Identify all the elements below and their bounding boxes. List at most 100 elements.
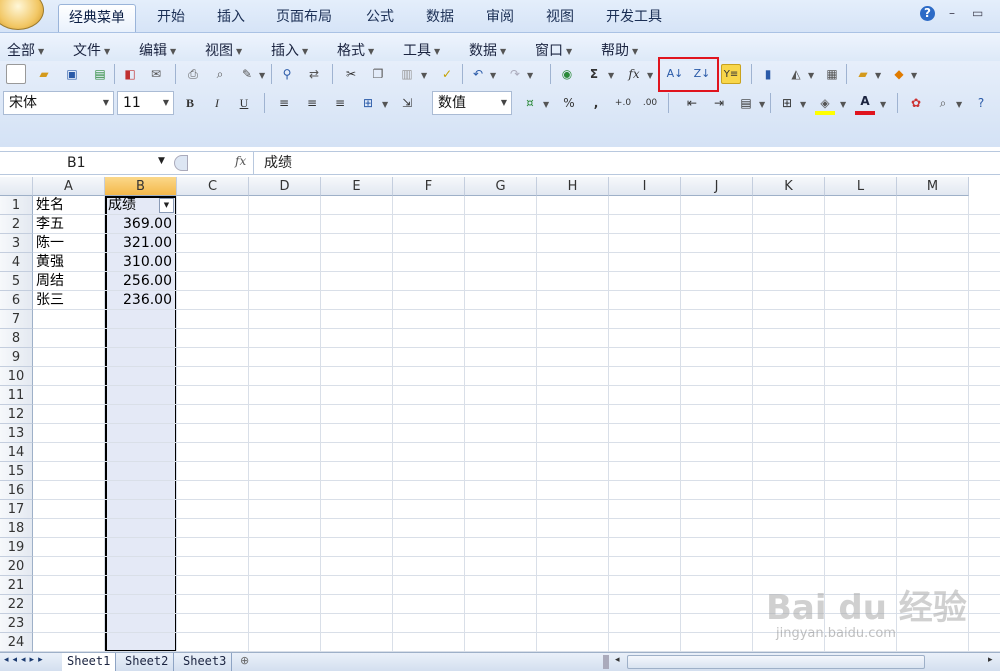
chevron-down-icon[interactable]: ▼ — [158, 156, 165, 166]
chart-icon[interactable]: ▮ — [758, 64, 778, 84]
tab-formulas[interactable]: 公式 — [356, 4, 404, 32]
redo-icon[interactable]: ↷ — [505, 64, 525, 84]
chevron-down-icon[interactable]: ▼ — [800, 100, 806, 109]
menu-tools[interactable]: 工具 ▼ — [403, 40, 440, 60]
wrap-text-icon[interactable]: ⇲ — [397, 93, 417, 113]
chevron-down-icon[interactable]: ▼ — [956, 100, 962, 109]
row-header-19[interactable]: 19 — [0, 538, 33, 557]
menu-insert[interactable]: 插入 ▼ — [271, 40, 308, 60]
chevron-down-icon[interactable]: ▼ — [608, 71, 614, 80]
save-icon[interactable]: ▣ — [62, 64, 82, 84]
chevron-down-icon[interactable]: ▼ — [647, 71, 653, 80]
increase-indent-icon[interactable]: ⇥ — [709, 93, 729, 113]
underline-button[interactable]: U — [234, 93, 254, 113]
tab-classic-menu[interactable]: 经典菜单 — [58, 4, 136, 32]
row-header-9[interactable]: 9 — [0, 348, 33, 367]
chevron-down-icon[interactable]: ▼ — [259, 71, 265, 80]
cell-a6[interactable]: 张三 — [36, 291, 100, 310]
chevron-down-icon[interactable]: ▼ — [490, 71, 496, 80]
cell-a5[interactable]: 周结 — [36, 272, 100, 291]
chevron-down-icon[interactable]: ▼ — [543, 100, 549, 109]
insert-sheet-icon[interactable]: ⊕ — [240, 654, 260, 669]
new-document-icon[interactable] — [6, 64, 26, 84]
row-header-20[interactable]: 20 — [0, 557, 33, 576]
row-header-24[interactable]: 24 — [0, 633, 33, 652]
chevron-down-icon[interactable]: ▼ — [382, 100, 388, 109]
drawing-icon[interactable]: ◭ — [786, 64, 806, 84]
bold-button[interactable]: B — [180, 93, 200, 113]
find-icon[interactable]: ⌕ — [933, 93, 953, 113]
number-format-select[interactable]: 数值 ▼ — [432, 91, 512, 115]
row-header-21[interactable]: 21 — [0, 576, 33, 595]
chevron-down-icon[interactable]: ▼ — [875, 71, 881, 80]
column-header-h[interactable]: H — [537, 177, 609, 196]
autosum-icon[interactable]: Σ — [584, 64, 604, 84]
row-header-6[interactable]: 6 — [0, 291, 33, 310]
percent-button[interactable]: % — [559, 93, 579, 113]
borders-icon[interactable]: ⊞ — [777, 93, 797, 113]
menu-edit[interactable]: 编辑 ▼ — [139, 40, 176, 60]
filter-icon[interactable]: Y≡ — [721, 64, 741, 84]
row-header-18[interactable]: 18 — [0, 519, 33, 538]
hyperlink-icon[interactable]: ◉ — [557, 64, 577, 84]
row-header-23[interactable]: 23 — [0, 614, 33, 633]
cell-a2[interactable]: 李五 — [36, 215, 100, 234]
column-header-l[interactable]: L — [825, 177, 897, 196]
menu-data[interactable]: 数据 ▼ — [469, 40, 506, 60]
decrease-indent-icon[interactable]: ⇤ — [682, 93, 702, 113]
chevron-down-icon[interactable]: ▼ — [808, 71, 814, 80]
cut-icon[interactable]: ✂ — [341, 64, 361, 84]
research-icon[interactable]: ⚲ — [277, 64, 297, 84]
row-header-11[interactable]: 11 — [0, 386, 33, 405]
cell-a4[interactable]: 黄强 — [36, 253, 100, 272]
row-header-5[interactable]: 5 — [0, 272, 33, 291]
row-header-10[interactable]: 10 — [0, 367, 33, 386]
save-as-icon[interactable]: ▤ — [90, 64, 110, 84]
column-header-e[interactable]: E — [321, 177, 393, 196]
permission-icon[interactable]: ◧ — [120, 64, 140, 84]
folder-icon[interactable]: ▰ — [853, 64, 873, 84]
font-color-button[interactable]: A — [855, 91, 875, 111]
column-header-c[interactable]: C — [177, 177, 249, 196]
cell-a1[interactable]: 姓名 — [36, 196, 100, 215]
column-header-a[interactable]: A — [33, 177, 105, 196]
sheet-tab-2[interactable]: Sheet2 — [120, 653, 175, 671]
align-center-icon[interactable]: ≡ — [302, 93, 322, 113]
filter-dropdown-icon[interactable]: ▼ — [159, 198, 174, 213]
row-header-8[interactable]: 8 — [0, 329, 33, 348]
align-right-icon[interactable]: ≡ — [330, 93, 350, 113]
tab-review[interactable]: 审阅 — [476, 4, 524, 32]
row-header-15[interactable]: 15 — [0, 462, 33, 481]
formula-input[interactable]: 成绩 — [264, 152, 292, 174]
sheet-tab-3[interactable]: Sheet3 — [178, 653, 233, 671]
office-button[interactable] — [0, 0, 44, 30]
chevron-down-icon[interactable]: ▼ — [421, 71, 427, 80]
row-header-12[interactable]: 12 — [0, 405, 33, 424]
cell-b5[interactable]: 256.00 — [108, 272, 172, 291]
row-header-7[interactable]: 7 — [0, 310, 33, 329]
row-header-3[interactable]: 3 — [0, 234, 33, 253]
fx-icon[interactable]: fx — [235, 154, 246, 168]
chevron-down-icon[interactable]: ▼ — [911, 71, 917, 80]
decrease-decimal-icon[interactable]: .00 — [640, 93, 660, 113]
cell-b6[interactable]: 236.00 — [108, 291, 172, 310]
row-header-22[interactable]: 22 — [0, 595, 33, 614]
row-header-1[interactable]: 1 — [0, 196, 33, 215]
spelling-icon[interactable]: ✎ — [237, 64, 257, 84]
cell-b4[interactable]: 310.00 — [108, 253, 172, 272]
row-header-2[interactable]: 2 — [0, 215, 33, 234]
column-header-m[interactable]: M — [897, 177, 969, 196]
comma-style-button[interactable]: , — [586, 93, 606, 113]
minimize-ribbon-icon[interactable]: – — [949, 6, 955, 20]
menu-help[interactable]: 帮助 ▼ — [601, 40, 638, 60]
chevron-down-icon[interactable]: ▼ — [759, 100, 765, 109]
restore-window-icon[interactable]: ▭ — [972, 6, 983, 20]
help-icon[interactable]: ? — [971, 93, 991, 113]
menu-view[interactable]: 视图 ▼ — [205, 40, 242, 60]
font-name-select[interactable]: 宋体 ▼ — [3, 91, 114, 115]
scroll-left-icon[interactable]: ◂ — [615, 655, 620, 665]
column-header-b[interactable]: B — [105, 177, 177, 196]
column-header-k[interactable]: K — [753, 177, 825, 196]
menu-format[interactable]: 格式 ▼ — [337, 40, 374, 60]
row-header-13[interactable]: 13 — [0, 424, 33, 443]
